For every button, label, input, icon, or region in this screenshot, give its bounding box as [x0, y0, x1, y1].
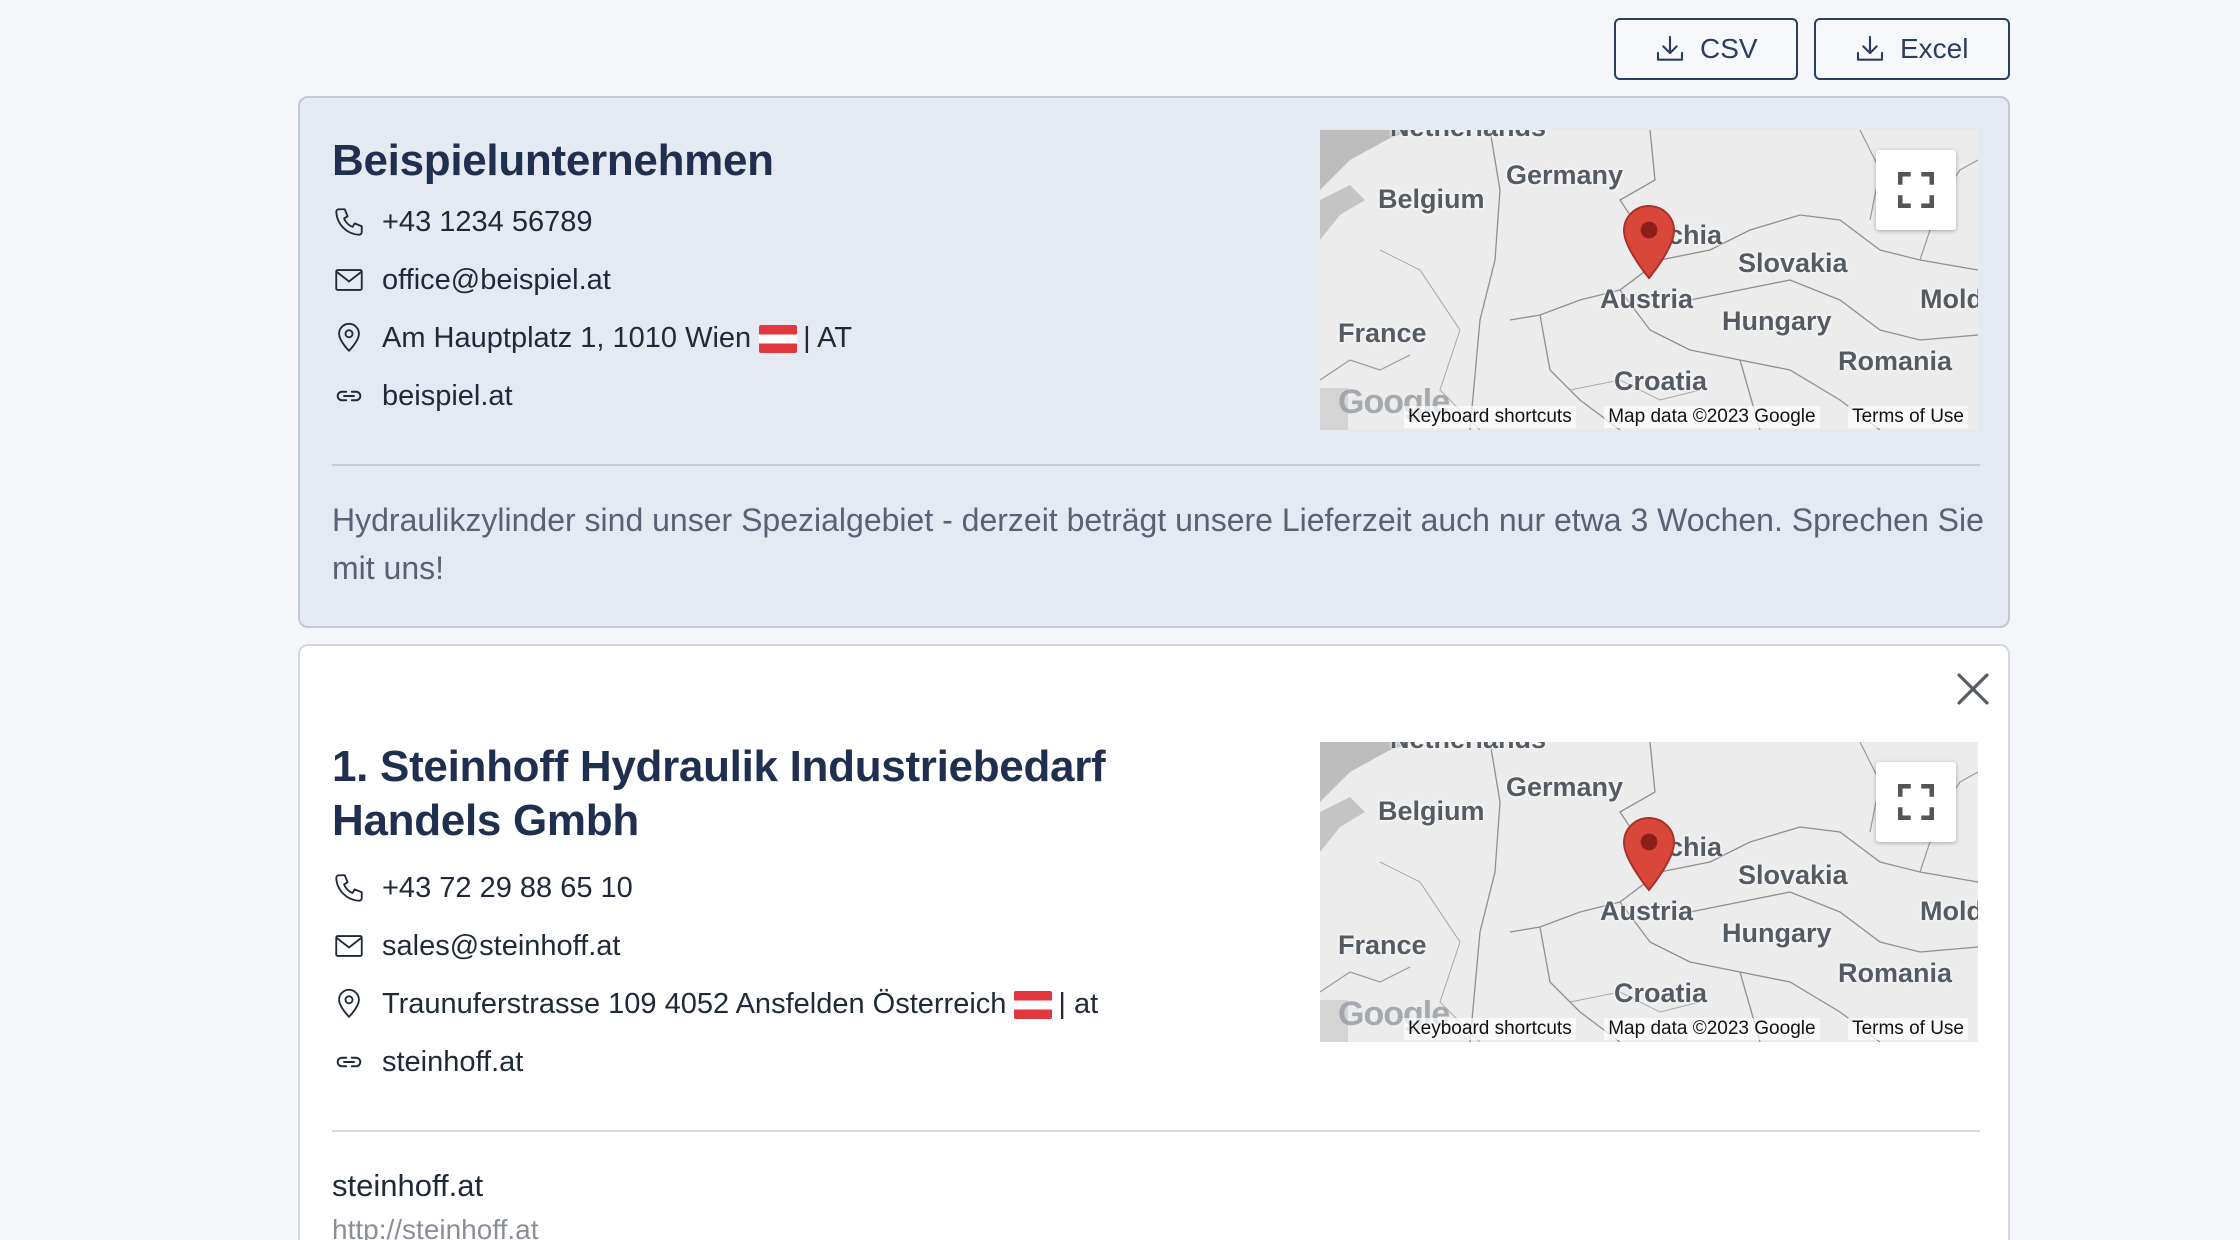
austria-flag-icon — [759, 324, 798, 353]
phone-number[interactable]: +43 1234 56789 — [382, 206, 592, 239]
link-icon — [336, 390, 362, 402]
map-pin-icon — [338, 322, 360, 353]
map-label-france: France — [1338, 318, 1427, 348]
map-footer: Keyboard shortcuts Map data ©2023 Google… — [1404, 1016, 1978, 1042]
export-excel-label: Excel — [1900, 33, 1969, 64]
fullscreen-icon — [1897, 171, 1935, 209]
website-url-link[interactable]: http://steinhoff.at — [332, 1214, 539, 1240]
download-icon — [1656, 35, 1684, 61]
map-label-hungary: Hungary — [1722, 306, 1832, 336]
card-divider — [332, 464, 1980, 466]
website-link[interactable]: steinhoff.at — [382, 1046, 523, 1079]
mail-icon — [335, 269, 363, 291]
company-map[interactable]: Netherlands Germany Belgium chia Slovaki… — [1320, 130, 1978, 430]
company-name: Beispielunternehmen — [332, 136, 774, 185]
link-icon — [336, 1056, 362, 1068]
mail-icon — [335, 935, 363, 957]
close-icon[interactable] — [1952, 668, 1994, 710]
map-label-netherlands: Netherlands — [1390, 130, 1546, 143]
terms-of-use-link[interactable]: Terms of Use — [1848, 406, 1968, 428]
map-label-croatia: Croatia — [1614, 366, 1708, 396]
map-label-romania: Romania — [1838, 958, 1953, 988]
map-label-slovakia: Slovakia — [1738, 248, 1848, 278]
featured-company-card: Beispielunternehmen +43 1234 56789 offic… — [298, 96, 2010, 628]
map-label-austria: Austria — [1600, 284, 1694, 314]
map-label-hungary: Hungary — [1722, 918, 1832, 948]
map-label-belgium: Belgium — [1378, 184, 1485, 214]
map-label-belgium: Belgium — [1378, 796, 1485, 826]
phone-row: +43 1234 56789 — [332, 202, 592, 242]
map-label-france: France — [1338, 930, 1427, 960]
map-label-moldova: Mold — [1920, 284, 1978, 314]
phone-row: +43 72 29 88 65 10 — [332, 868, 633, 908]
phone-icon — [335, 208, 363, 236]
card-divider — [332, 1130, 1980, 1132]
email-address[interactable]: office@beispiel.at — [382, 264, 611, 297]
map-data-attribution: Map data ©2023 Google — [1604, 1018, 1820, 1040]
map-label-slovakia: Slovakia — [1738, 860, 1848, 890]
austria-flag-icon — [1014, 990, 1053, 1019]
address-text: Am Hauptplatz 1, 1010 Wien | AT — [382, 321, 853, 354]
address-row: Am Hauptplatz 1, 1010 Wien | AT — [332, 318, 852, 358]
map-pin-icon — [338, 988, 360, 1019]
search-result-card: 1. Steinhoff Hydraulik Industriebedarf H… — [298, 644, 2010, 1240]
map-footer: Keyboard shortcuts Map data ©2023 Google… — [1404, 404, 1978, 430]
map-label-austria: Austria — [1600, 896, 1694, 926]
company-map[interactable]: Netherlands Germany Belgium chia Slovaki… — [1320, 742, 1978, 1042]
company-description: Hydraulikzylinder sind unser Spezialgebi… — [332, 502, 1984, 586]
website-row: beispiel.at — [332, 376, 513, 416]
map-label-germany: Germany — [1506, 160, 1624, 190]
fullscreen-icon — [1897, 783, 1935, 821]
phone-icon — [335, 874, 363, 902]
email-address[interactable]: sales@steinhoff.at — [382, 930, 621, 963]
phone-number[interactable]: +43 72 29 88 65 10 — [382, 872, 633, 905]
download-icon — [1856, 35, 1884, 61]
location-marker-icon[interactable] — [1622, 204, 1676, 280]
map-label-czechia: chia — [1668, 220, 1723, 250]
website-row: steinhoff.at — [332, 1042, 523, 1082]
map-label-moldova: Mold — [1920, 896, 1978, 926]
company-name: 1. Steinhoff Hydraulik Industriebedarf H… — [332, 742, 1106, 845]
export-csv-button[interactable]: CSV — [1614, 18, 1798, 80]
keyboard-shortcuts-link[interactable]: Keyboard shortcuts — [1404, 1018, 1576, 1040]
map-label-czechia: chia — [1668, 832, 1723, 862]
location-marker-icon[interactable] — [1622, 816, 1676, 892]
map-label-netherlands: Netherlands — [1390, 742, 1546, 755]
address-text: Traunuferstrasse 109 4052 Ansfelden Öste… — [382, 987, 1099, 1020]
export-csv-label: CSV — [1700, 33, 1758, 64]
map-label-romania: Romania — [1838, 346, 1953, 376]
website-link[interactable]: beispiel.at — [382, 380, 513, 413]
map-label-croatia: Croatia — [1614, 978, 1708, 1008]
map-data-attribution: Map data ©2023 Google — [1604, 406, 1820, 428]
terms-of-use-link[interactable]: Terms of Use — [1848, 1018, 1968, 1040]
email-row: office@beispiel.at — [332, 260, 611, 300]
email-row: sales@steinhoff.at — [332, 926, 621, 966]
export-toolbar: CSV Excel — [1614, 18, 2010, 80]
map-fullscreen-button[interactable] — [1876, 762, 1956, 842]
address-row: Traunuferstrasse 109 4052 Ansfelden Öste… — [332, 984, 1098, 1024]
map-fullscreen-button[interactable] — [1876, 150, 1956, 230]
export-excel-button[interactable]: Excel — [1814, 18, 2010, 80]
map-label-germany: Germany — [1506, 772, 1624, 802]
website-title: steinhoff.at — [332, 1168, 484, 1203]
keyboard-shortcuts-link[interactable]: Keyboard shortcuts — [1404, 406, 1576, 428]
